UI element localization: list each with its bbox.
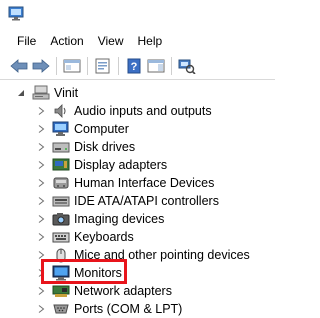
title-bar — [0, 0, 275, 30]
network-adapter-icon — [52, 283, 70, 299]
expand-chevron-icon[interactable] — [36, 106, 46, 116]
tree-item-label: Computer — [74, 122, 129, 136]
hid-icon — [52, 175, 70, 191]
toolbar-separator — [118, 56, 119, 75]
tree-item-disk-drives[interactable]: Disk drives — [36, 138, 135, 156]
port-icon — [52, 301, 70, 317]
svg-text:?: ? — [131, 61, 138, 73]
tree-item-display-adapters[interactable]: Display adapters — [36, 156, 167, 174]
tree-item-keyboards[interactable]: Keyboards — [36, 228, 134, 246]
tree-item-hid[interactable]: Human Interface Devices — [36, 174, 214, 192]
toolbar-separator — [56, 56, 57, 75]
scan-hardware-button[interactable] — [176, 55, 198, 77]
expand-chevron-icon[interactable] — [36, 214, 46, 224]
scan-hardware-icon — [178, 59, 196, 74]
properties-button[interactable] — [92, 55, 114, 77]
tree-item-label: Display adapters — [74, 158, 168, 172]
device-manager-icon — [8, 6, 24, 21]
back-arrow-icon — [10, 58, 28, 73]
tree-item-computer[interactable]: Computer — [36, 120, 129, 138]
toolbar-separator — [87, 56, 88, 75]
disk-drive-icon — [52, 139, 70, 155]
ide-controller-icon — [52, 193, 70, 209]
tree-item-label: Audio inputs and outputs — [74, 104, 212, 118]
tree-item-label: Ports (COM & LPT) — [74, 302, 183, 316]
tree-item-label: Imaging devices — [74, 212, 165, 226]
keyboard-icon — [52, 229, 70, 245]
tree-item-label: Network adapters — [74, 284, 172, 298]
menu-file[interactable]: File — [10, 31, 43, 51]
tree-item-ide-controllers[interactable]: IDE ATA/ATAPI controllers — [36, 192, 219, 210]
toolbar: ? — [0, 52, 275, 80]
tree-item-audio[interactable]: Audio inputs and outputs — [36, 102, 212, 120]
menu-help[interactable]: Help — [131, 31, 170, 51]
tree-item-network-adapters[interactable]: Network adapters — [36, 282, 172, 300]
action-pane-icon — [147, 59, 165, 72]
tree-item-label: Human Interface Devices — [74, 176, 215, 190]
tree-item-ports[interactable]: Ports (COM & LPT) — [36, 300, 182, 318]
forward-button[interactable] — [30, 55, 52, 77]
expand-chevron-icon[interactable] — [36, 142, 46, 152]
tree-item-label: IDE ATA/ATAPI controllers — [74, 194, 219, 208]
tree-root-label: Vinit — [54, 86, 79, 100]
speaker-icon — [52, 103, 70, 119]
tree-item-label: Keyboards — [74, 230, 134, 244]
monitors-highlight-box — [41, 259, 127, 284]
expand-chevron-icon[interactable] — [36, 160, 46, 170]
help-button[interactable]: ? — [123, 55, 145, 77]
action-pane-button[interactable] — [145, 55, 167, 77]
toolbar-separator — [171, 56, 172, 75]
computer-monitor-icon — [52, 121, 70, 137]
forward-arrow-icon — [32, 58, 50, 73]
computer-root-icon — [32, 85, 50, 101]
properties-icon — [95, 58, 110, 73]
display-adapter-icon — [52, 157, 70, 173]
menu-action[interactable]: Action — [43, 31, 90, 51]
expand-chevron-icon[interactable] — [36, 178, 46, 188]
camera-icon — [52, 211, 70, 227]
show-hide-console-tree-icon — [63, 59, 81, 72]
collapse-chevron-icon[interactable] — [16, 88, 26, 98]
menu-bar: File Action View Help — [0, 30, 275, 52]
expand-chevron-icon[interactable] — [36, 124, 46, 134]
menu-view[interactable]: View — [91, 31, 131, 51]
expand-chevron-icon[interactable] — [36, 232, 46, 242]
help-icon: ? — [127, 58, 141, 73]
tree-root[interactable]: Vinit — [16, 84, 78, 102]
expand-chevron-icon[interactable] — [36, 304, 46, 314]
tree-item-imaging-devices[interactable]: Imaging devices — [36, 210, 164, 228]
tree-item-label: Disk drives — [74, 140, 136, 154]
expand-chevron-icon[interactable] — [36, 286, 46, 296]
back-button[interactable] — [8, 55, 30, 77]
show-hide-console-tree-button[interactable] — [61, 55, 83, 77]
expand-chevron-icon[interactable] — [36, 196, 46, 206]
